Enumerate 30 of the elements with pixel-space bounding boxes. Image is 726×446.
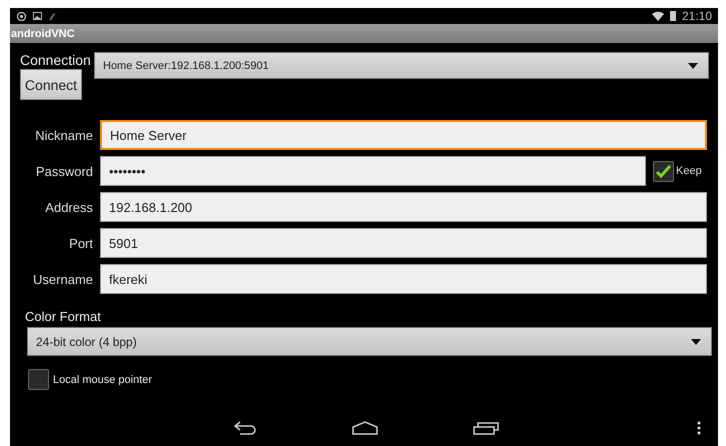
keep-label: Keep (676, 165, 702, 177)
field-label: Port (68, 236, 93, 250)
input-field[interactable]: fkereki (100, 264, 707, 294)
app-title: androidVNC (11, 28, 75, 40)
input-field[interactable]: 5901 (100, 228, 707, 258)
option-label: Local mouse pointer (53, 374, 152, 386)
back-icon[interactable] (234, 421, 258, 435)
battery-icon (670, 11, 676, 21)
image-icon (33, 12, 42, 20)
dropdown-caret-icon (688, 62, 698, 68)
clock-time: 21:10 (682, 9, 712, 23)
input-field[interactable]: •••••••• (100, 156, 646, 186)
checkbox[interactable] (28, 369, 49, 390)
input-field[interactable]: Home Server (100, 120, 707, 150)
recent-apps-icon[interactable] (473, 421, 499, 435)
color-format-dropdown[interactable]: 24-bit color (4 bpp) (27, 327, 712, 356)
connection-dropdown[interactable]: Home Server:192.168.1.200:5901 (94, 52, 709, 79)
input-field[interactable]: 192.168.1.200 (100, 192, 707, 222)
color-format-label: Color Format (25, 309, 101, 324)
home-icon[interactable] (352, 421, 378, 435)
field-label: Address (44, 200, 93, 214)
field-label: Username (32, 272, 93, 286)
dropdown-caret-icon (691, 338, 701, 344)
connect-button[interactable]: Connect (20, 69, 82, 100)
overflow-menu-icon[interactable] (697, 421, 701, 435)
field-label: Password (34, 164, 93, 178)
eye-icon (16, 12, 27, 20)
wifi-icon (652, 11, 664, 21)
keep-checkbox[interactable] (653, 160, 674, 182)
field-label: Nickname (34, 128, 93, 142)
